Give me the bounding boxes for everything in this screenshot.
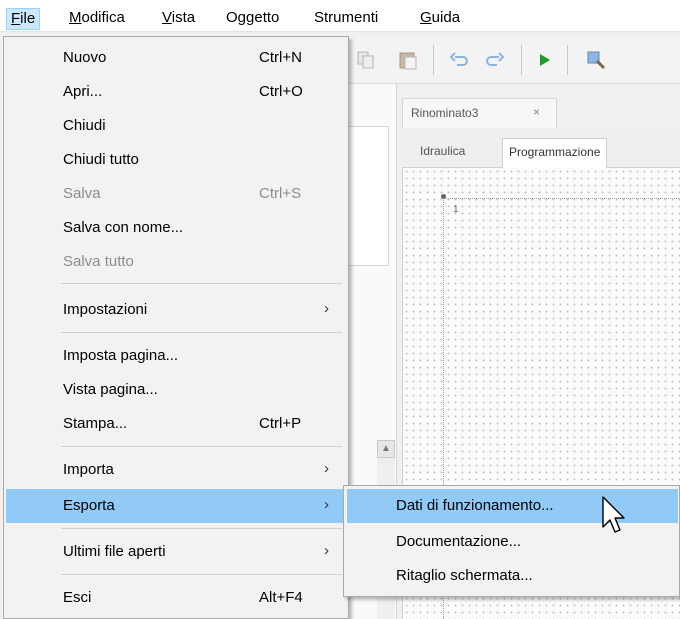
menu-item-label: Imposta pagina... — [63, 347, 179, 364]
submenu-arrow-icon: › — [324, 542, 329, 559]
menu-modifica-mnemonic: M — [69, 9, 82, 26]
menu-item-label: Salva tutto — [63, 253, 134, 270]
menu-item-label: Esporta — [63, 497, 115, 514]
run-icon[interactable] — [533, 49, 555, 71]
menu-separator — [61, 446, 342, 447]
tab-idraulica[interactable]: Idraulica — [414, 138, 471, 168]
menu-modifica[interactable]: Modifica — [65, 8, 129, 30]
menu-modifica-label-rest: odifica — [81, 9, 125, 26]
menu-item-label: Importa — [63, 461, 114, 478]
menu-separator — [61, 283, 342, 284]
submenu-item-dati-di-funzionamento[interactable]: Dati di funzionamento... — [347, 489, 678, 523]
menu-strumenti[interactable]: Strumenti — [310, 8, 382, 30]
document-tab[interactable]: Rinominato3 × — [402, 98, 557, 128]
toolbar-separator — [521, 45, 522, 75]
menubar: File Modifica Vista Oggetto Strumenti Gu… — [0, 0, 680, 32]
menu-item-label: Esci — [63, 589, 92, 606]
menu-item-apri[interactable]: Apri... Ctrl+O — [6, 75, 346, 109]
mouse-cursor-icon — [602, 496, 625, 533]
menu-item-label: Chiudi — [63, 117, 106, 134]
menu-item-impostazioni[interactable]: Impostazioni › — [6, 293, 346, 327]
menu-vista[interactable]: Vista — [158, 8, 199, 30]
menu-item-shortcut: Ctrl+N — [259, 49, 302, 66]
submenu-item-label: Dati di funzionamento... — [396, 497, 554, 514]
menu-item-nuovo[interactable]: Nuovo Ctrl+N — [6, 41, 346, 75]
menu-item-imposta-pagina[interactable]: Imposta pagina... — [6, 339, 346, 373]
menu-item-shortcut: Ctrl+O — [259, 83, 303, 100]
menu-item-shortcut: Ctrl+P — [259, 415, 302, 432]
menu-item-esporta[interactable]: Esporta › — [6, 489, 346, 523]
menu-guida[interactable]: Guida — [416, 8, 464, 30]
submenu-arrow-icon: › — [324, 300, 329, 317]
close-tab-icon[interactable]: × — [533, 105, 540, 119]
menu-item-label: Ultimi file aperti — [63, 543, 166, 560]
zoom-icon[interactable] — [585, 49, 607, 71]
menu-item-label: Salva — [63, 185, 101, 202]
menu-file-mnemonic: F — [11, 10, 21, 27]
submenu-arrow-icon: › — [324, 496, 329, 513]
menu-item-salva-con-nome[interactable]: Salva con nome... — [6, 211, 346, 245]
submenu-item-ritaglio-schermata[interactable]: Ritaglio schermata... — [347, 559, 678, 593]
menu-item-vista-pagina[interactable]: Vista pagina... — [6, 373, 346, 407]
tab-programmazione[interactable]: Programmazione — [502, 138, 608, 168]
menu-item-importa[interactable]: Importa › — [6, 453, 346, 487]
copy-icon[interactable] — [355, 49, 377, 71]
toolbar-separator — [433, 45, 434, 75]
file-menu: Nuovo Ctrl+N Apri... Ctrl+O Chiudi Chiud… — [3, 36, 349, 619]
menu-vista-mnemonic: V — [162, 9, 172, 26]
redo-icon[interactable] — [483, 49, 505, 71]
menu-guida-label-rest: uida — [431, 9, 461, 26]
menu-item-stampa[interactable]: Stampa... Ctrl+P — [6, 407, 346, 441]
menu-item-chiudi-tutto[interactable]: Chiudi tutto — [6, 143, 346, 177]
menu-file-label-rest: ile — [20, 10, 36, 27]
menu-item-label: Salva con nome... — [63, 219, 184, 236]
menu-separator — [61, 574, 342, 575]
scroll-up-button[interactable]: ▲ — [377, 440, 395, 458]
menu-separator — [61, 528, 342, 529]
document-tab-title: Rinominato3 — [411, 106, 479, 120]
side-panel-box — [349, 126, 389, 266]
menu-oggetto[interactable]: Oggetto — [222, 8, 283, 30]
menu-item-label: Stampa... — [63, 415, 128, 432]
menu-item-label: Chiudi tutto — [63, 151, 139, 168]
undo-icon[interactable] — [449, 49, 471, 71]
submenu-item-documentazione[interactable]: Documentazione... — [347, 525, 678, 559]
paste-icon[interactable] — [397, 49, 419, 71]
submenu-arrow-icon: › — [324, 460, 329, 477]
canvas-origin-mark — [441, 194, 446, 199]
view-tabs: Idraulica Programmazione — [402, 128, 680, 168]
menu-item-ultimi-file-aperti[interactable]: Ultimi file aperti › — [6, 535, 346, 569]
submenu-item-label: Ritaglio schermata... — [396, 567, 533, 584]
row-number: 1 — [453, 204, 459, 215]
menu-item-shortcut: Alt+F4 — [259, 589, 303, 606]
canvas-border-top — [443, 198, 680, 199]
menu-item-salva-tutto[interactable]: Salva tutto — [6, 245, 346, 279]
menu-vista-label-rest: ista — [171, 9, 196, 26]
menu-item-salva[interactable]: Salva Ctrl+S — [6, 177, 346, 211]
menu-separator — [61, 332, 342, 333]
menu-item-esci[interactable]: Esci Alt+F4 — [6, 581, 346, 615]
toolbar-separator — [567, 45, 568, 75]
menu-item-label: Nuovo — [63, 49, 107, 66]
menu-item-label: Impostazioni — [63, 301, 148, 318]
submenu-item-label: Documentazione... — [396, 533, 522, 550]
menu-item-shortcut: Ctrl+S — [259, 185, 302, 202]
menu-guida-mnemonic: G — [420, 9, 432, 26]
export-submenu: Dati di funzionamento... Documentazione.… — [343, 485, 680, 597]
menu-file[interactable]: File — [6, 8, 41, 30]
menu-item-label: Vista pagina... — [63, 381, 158, 398]
menu-item-chiudi[interactable]: Chiudi — [6, 109, 346, 143]
menu-item-label: Apri... — [63, 83, 103, 100]
toolbar — [349, 36, 680, 84]
